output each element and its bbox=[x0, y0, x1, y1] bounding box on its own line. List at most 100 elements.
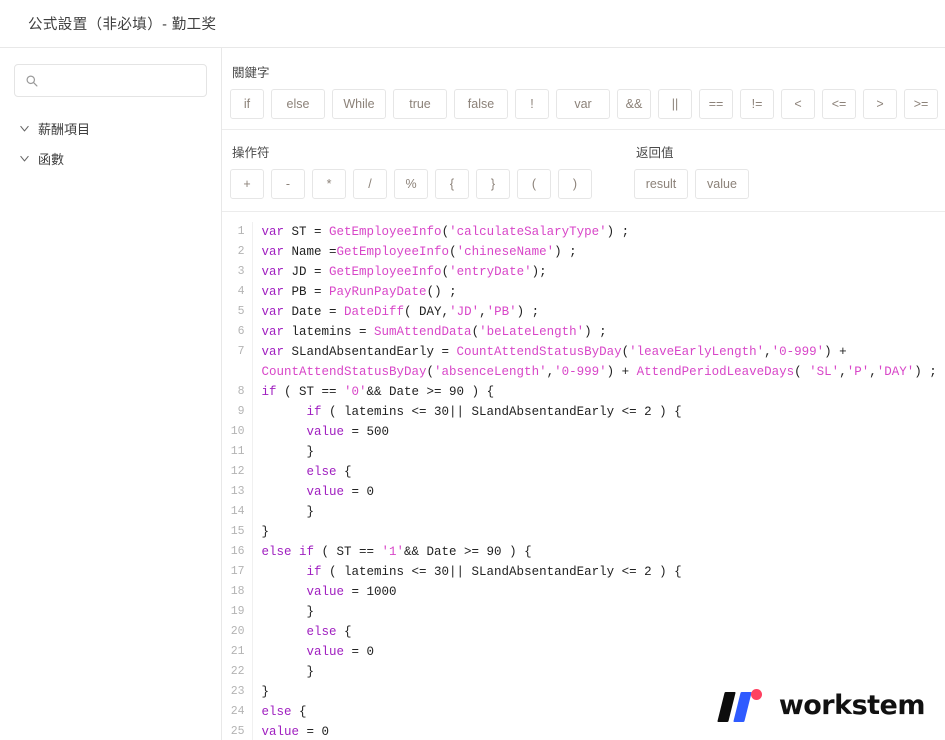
sidebar-item-label: 薪酬項目 bbox=[38, 121, 91, 137]
code-line-content[interactable]: var Name =GetEmployeeInfo('chineseName')… bbox=[252, 242, 945, 262]
code-line-content[interactable]: else { bbox=[252, 462, 945, 482]
keyword-chip-2[interactable]: While bbox=[332, 89, 386, 119]
code-line: 13 value = 0 bbox=[222, 482, 945, 502]
operator-chip-2[interactable]: * bbox=[312, 169, 346, 199]
keyword-chip-3[interactable]: true bbox=[393, 89, 447, 119]
code-line: 10 value = 500 bbox=[222, 422, 945, 442]
operator-chip-5[interactable]: { bbox=[435, 169, 469, 199]
code-token: var bbox=[261, 345, 292, 359]
line-number: 12 bbox=[222, 462, 253, 482]
code-line-content[interactable]: var Date = DateDiff( DAY,'JD','PB') ; bbox=[252, 302, 945, 322]
operator-chip-4[interactable]: % bbox=[394, 169, 428, 199]
code-token: SLandAbsentandEarly = bbox=[291, 345, 457, 359]
return-value-chip-1[interactable]: value bbox=[695, 169, 749, 199]
operator-chip-1[interactable]: - bbox=[271, 169, 305, 199]
keyword-chip-13[interactable]: > bbox=[863, 89, 897, 119]
keyword-chip-11[interactable]: < bbox=[781, 89, 815, 119]
code-editor[interactable]: 1 var ST = GetEmployeeInfo('calculateSala… bbox=[222, 212, 945, 740]
code-line-content[interactable]: value = 1000 bbox=[252, 582, 945, 602]
return-value-chip-0[interactable]: result bbox=[634, 169, 688, 199]
code-token: var bbox=[261, 245, 292, 259]
code-token: ( latemins <= 30|| SLandAbsentandEarly <… bbox=[329, 565, 682, 579]
code-line-content[interactable]: if ( latemins <= 30|| SLandAbsentandEarl… bbox=[252, 562, 945, 582]
code-token: if bbox=[306, 565, 330, 579]
keyword-chip-8[interactable]: || bbox=[658, 89, 692, 119]
code-token: , bbox=[546, 365, 555, 379]
line-number: 8 bbox=[222, 382, 253, 402]
line-number: 10 bbox=[222, 422, 253, 442]
code-line-content[interactable]: if ( ST == '0'&& Date >= 90 ) { bbox=[252, 382, 945, 402]
code-line: 5 var Date = DateDiff( DAY,'JD','PB') ; bbox=[222, 302, 945, 322]
keyword-chip-9[interactable]: == bbox=[699, 89, 733, 119]
code-token: value bbox=[306, 645, 352, 659]
code-line-content[interactable]: } bbox=[252, 502, 945, 522]
search-input[interactable] bbox=[45, 65, 206, 96]
code-line-content[interactable]: else { bbox=[252, 622, 945, 642]
code-line-content[interactable]: var latemins = SumAttendData('beLateLeng… bbox=[252, 322, 945, 342]
sidebar-item-salary-items[interactable]: 薪酬項目 bbox=[14, 113, 207, 143]
code-token: , bbox=[869, 365, 877, 379]
operator-chip-0[interactable]: + bbox=[230, 169, 264, 199]
return-values-palette: 返回值 result value bbox=[634, 142, 749, 199]
code-token: else bbox=[306, 625, 345, 639]
operator-chip-7[interactable]: ( bbox=[517, 169, 551, 199]
keyword-chip-1[interactable]: else bbox=[271, 89, 325, 119]
code-line: 16 else if ( ST == '1'&& Date >= 90 ) { bbox=[222, 542, 945, 562]
code-line-content[interactable]: var JD = GetEmployeeInfo('entryDate'); bbox=[252, 262, 945, 282]
code-line-content[interactable]: else if ( ST == '1'&& Date >= 90 ) { bbox=[252, 542, 945, 562]
code-line-content[interactable]: } bbox=[252, 662, 945, 682]
code-line-content[interactable]: value = 500 bbox=[252, 422, 945, 442]
keyword-chip-5[interactable]: ! bbox=[515, 89, 549, 119]
code-line-content[interactable]: var ST = GetEmployeeInfo('calculateSalar… bbox=[252, 222, 945, 242]
line-number: 17 bbox=[222, 562, 253, 582]
code-line: 19 } bbox=[222, 602, 945, 622]
code-token: DateDiff bbox=[344, 305, 405, 319]
code-token: value bbox=[261, 725, 307, 739]
code-line-content[interactable]: } bbox=[252, 602, 945, 622]
code-token: ( bbox=[449, 245, 457, 259]
line-number: 1 bbox=[222, 222, 253, 242]
operators-title: 操作符 bbox=[232, 146, 270, 160]
line-number: 22 bbox=[222, 662, 253, 682]
line-number: 20 bbox=[222, 622, 253, 642]
keyword-chip-12[interactable]: <= bbox=[822, 89, 856, 119]
code-line-content[interactable]: } bbox=[252, 522, 945, 542]
code-token: = 0 bbox=[306, 725, 330, 739]
page-title: 公式設置（非必填）- 勤工奖 bbox=[28, 17, 217, 33]
code-line: 15} bbox=[222, 522, 945, 542]
code-token: ST = bbox=[291, 225, 330, 239]
sidebar-item-functions[interactable]: 函數 bbox=[14, 143, 207, 173]
keyword-chip-10[interactable]: != bbox=[740, 89, 774, 119]
keyword-chip-4[interactable]: false bbox=[454, 89, 508, 119]
code-token: '0-999' bbox=[554, 365, 607, 379]
operator-chip-6[interactable]: } bbox=[476, 169, 510, 199]
code-token: 'leaveEarlyLength' bbox=[629, 345, 765, 359]
code-line-content[interactable]: value = 0 bbox=[252, 642, 945, 662]
code-token: = 0 bbox=[351, 645, 375, 659]
operator-chip-8[interactable]: ) bbox=[558, 169, 592, 199]
code-line-content[interactable]: } bbox=[252, 442, 945, 462]
keyword-chip-0[interactable]: if bbox=[230, 89, 264, 119]
code-line: 3 var JD = GetEmployeeInfo('entryDate'); bbox=[222, 262, 945, 282]
operators-palette: 操作符 + - * /%{}() bbox=[230, 142, 592, 199]
window-body: 薪酬項目 函數 關鍵字 if else While true false! var && ||… bbox=[0, 48, 945, 740]
code-line-content[interactable]: var PB = PayRunPayDate() ; bbox=[252, 282, 945, 302]
line-number: 7 bbox=[222, 342, 253, 382]
operator-chip-3[interactable]: / bbox=[353, 169, 387, 199]
code-token: SumAttendData bbox=[374, 325, 472, 339]
code-token: 'chineseName' bbox=[456, 245, 555, 259]
code-line-content[interactable]: value = 0 bbox=[252, 482, 945, 502]
keyword-chip-6[interactable]: var bbox=[556, 89, 610, 119]
search-box[interactable] bbox=[14, 64, 207, 97]
code-token: = 500 bbox=[351, 425, 390, 439]
code-line-content[interactable]: var SLandAbsentandEarly = CountAttendSta… bbox=[252, 342, 945, 382]
keyword-chip-14[interactable]: >= bbox=[904, 89, 938, 119]
code-token: ) + bbox=[824, 345, 855, 359]
code-token: Name = bbox=[291, 245, 337, 259]
keyword-chip-7[interactable]: && bbox=[617, 89, 651, 119]
code-line-content[interactable]: if ( latemins <= 30|| SLandAbsentandEarl… bbox=[252, 402, 945, 422]
